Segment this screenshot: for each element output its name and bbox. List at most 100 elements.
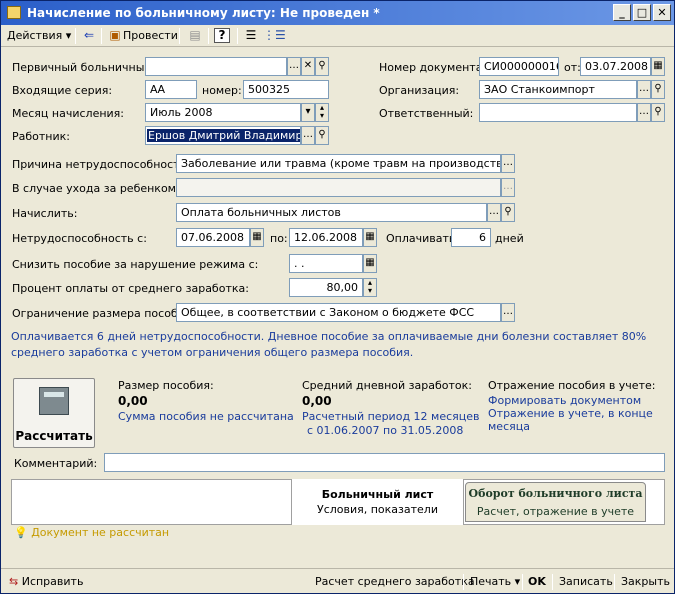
list-view-icon[interactable]: ⋮☰ xyxy=(263,27,286,45)
date-from-label: от: xyxy=(564,61,581,74)
spin-icon[interactable]: ▴ ▾ xyxy=(363,278,377,297)
search-icon[interactable]: ⚲ xyxy=(651,80,665,99)
pay-days-field[interactable]: 6 xyxy=(451,228,491,247)
reflection-link-2[interactable]: Отражение в учете, в конце месяца xyxy=(488,407,658,433)
number-field[interactable]: 500325 xyxy=(243,80,329,99)
calculator-icon xyxy=(39,387,69,415)
pay-label: Оплачивать: xyxy=(386,232,460,245)
post-button[interactable]: ▣ Провести xyxy=(107,27,178,45)
disability-from-field[interactable]: 07.06.2008 xyxy=(176,228,250,247)
calendar-icon[interactable]: ▦ xyxy=(363,254,377,273)
cause-label: Причина нетрудоспособности: xyxy=(12,158,191,171)
doc-number-field[interactable]: СИ000000016 xyxy=(479,57,559,76)
close-window-button[interactable]: Закрыть xyxy=(621,574,670,590)
actions-menu[interactable]: Действия ▾ xyxy=(7,27,71,45)
childcare-field xyxy=(176,178,501,197)
calendar-icon[interactable]: ▦ xyxy=(250,228,264,247)
select-ellipsis-icon[interactable]: … xyxy=(501,303,515,322)
dropdown-arrow-icon: ▾ xyxy=(514,575,521,588)
primary-sick-field[interactable] xyxy=(145,57,287,76)
tab-sick-sheet-title: Больничный лист xyxy=(321,488,434,501)
avg-calc-button[interactable]: Расчет среднего заработка xyxy=(315,574,475,590)
select-ellipsis-icon[interactable]: … xyxy=(287,57,301,76)
select-ellipsis-icon[interactable]: … xyxy=(637,103,651,122)
dropdown-arrow-icon: ▾ xyxy=(65,29,72,42)
calendar-icon[interactable]: ▦ xyxy=(651,57,665,76)
select-ellipsis-icon[interactable]: … xyxy=(301,126,315,145)
avg-value: 0,00 xyxy=(302,394,332,408)
organization-label: Организация: xyxy=(379,84,460,97)
form-body: Первичный больничный: … ✕ ⚲ Номер докуме… xyxy=(1,48,674,568)
reduce-date-field[interactable]: . . xyxy=(289,254,363,273)
limit-field[interactable]: Общее, в соответствии с Законом о бюджет… xyxy=(176,303,501,322)
incoming-series-label: Входящие серия: xyxy=(12,84,113,97)
ok-button[interactable]: OK xyxy=(528,574,546,590)
info-icon: 💡 xyxy=(14,526,28,539)
tab-sick-sheet-subtitle: Условия, показатели xyxy=(316,503,438,516)
maximize-button[interactable]: □ xyxy=(633,4,651,21)
responsible-field[interactable] xyxy=(479,103,637,122)
calendar-icon[interactable]: ▦ xyxy=(363,228,377,247)
document-window: Начисление по больничному листу: Не пров… xyxy=(0,0,675,594)
save-button[interactable]: Записать xyxy=(559,574,613,590)
select-ellipsis-icon[interactable]: … xyxy=(487,203,501,222)
title-bar: Начисление по больничному листу: Не пров… xyxy=(1,1,674,25)
search-icon[interactable]: ⚲ xyxy=(315,57,329,76)
spin-icon[interactable]: ▴ ▾ xyxy=(315,103,329,122)
chevron-down-icon[interactable]: ▾ xyxy=(301,103,315,122)
days-label: дней xyxy=(495,232,524,245)
structure-icon[interactable]: ▤ xyxy=(187,27,203,45)
comment-field[interactable] xyxy=(104,453,665,472)
primary-sick-label: Первичный больничный: xyxy=(12,61,156,74)
clear-icon[interactable]: ✕ xyxy=(301,57,315,76)
back-arrow-icon[interactable]: ⇐ xyxy=(81,27,97,45)
tab-turnover[interactable]: Оборот больничного листа Расчет, отражен… xyxy=(465,482,646,522)
search-icon[interactable]: ⚲ xyxy=(501,203,515,222)
benefit-label: Размер пособия: xyxy=(118,379,214,392)
fix-icon: ⇆ xyxy=(9,575,19,588)
doc-number-label: Номер документа: xyxy=(379,61,487,74)
select-ellipsis-icon[interactable]: … xyxy=(637,80,651,99)
fix-label: Исправить xyxy=(21,575,84,588)
status-text: Документ не рассчитан xyxy=(31,526,170,539)
print-button[interactable]: Печать ▾ xyxy=(470,574,520,590)
responsible-label: Ответственный: xyxy=(379,107,474,120)
fix-button[interactable]: ⇆ Исправить xyxy=(9,574,83,590)
to-label: по: xyxy=(270,232,288,245)
series-field[interactable]: АА xyxy=(145,80,197,99)
avg-period-line2: с 01.06.2007 по 31.05.2008 xyxy=(307,424,464,437)
avg-label: Средний дневной заработок: xyxy=(302,379,472,392)
table-view-icon[interactable]: ☰ xyxy=(243,27,259,45)
tab-turnover-subtitle: Расчет, отражение в учете xyxy=(476,505,635,518)
doc-date-field[interactable]: 03.07.2008 xyxy=(580,57,651,76)
month-field[interactable]: Июль 2008 xyxy=(145,103,301,122)
disability-to-field[interactable]: 12.06.2008 xyxy=(289,228,363,247)
minimize-button[interactable]: _ xyxy=(613,4,631,21)
window-title: Начисление по больничному листу: Не пров… xyxy=(27,6,380,20)
info-note: Оплачивается 6 дней нетрудоспособности. … xyxy=(11,330,647,359)
accrue-field[interactable]: Оплата больничных листов xyxy=(176,203,487,222)
percent-field[interactable]: 80,00 xyxy=(289,278,363,297)
close-button[interactable]: ✕ xyxy=(653,4,671,21)
accrue-label: Начислить: xyxy=(12,207,78,220)
help-icon[interactable]: ? xyxy=(214,27,230,45)
print-label: Печать xyxy=(470,575,512,588)
search-icon[interactable]: ⚲ xyxy=(315,126,329,145)
employee-label: Работник: xyxy=(12,130,70,143)
tab-turnover-title: Оборот больничного листа xyxy=(468,487,643,500)
benefit-status: Сумма пособия не рассчитана xyxy=(118,410,294,423)
childcare-label: В случае ухода за ребенком: xyxy=(12,182,180,195)
cause-field[interactable]: Заболевание или травма (кроме травм на п… xyxy=(176,154,501,173)
calculate-button[interactable]: Рассчитать xyxy=(13,378,95,448)
search-icon[interactable]: ⚲ xyxy=(651,103,665,122)
post-label: Провести xyxy=(123,29,178,42)
reflection-label: Отражение пособия в учете: xyxy=(488,379,656,392)
month-label: Месяц начисления: xyxy=(12,107,124,120)
tab-sick-sheet[interactable]: Больничный лист Условия, показатели xyxy=(291,479,464,525)
select-ellipsis-icon[interactable]: … xyxy=(501,154,515,173)
employee-field[interactable]: Ершов Дмитрий Владимирович xyxy=(145,126,301,145)
percent-label: Процент оплаты от среднего заработка: xyxy=(12,282,249,295)
actions-label: Действия xyxy=(7,29,63,42)
number-label: номер: xyxy=(202,84,242,97)
organization-field[interactable]: ЗАО Станкоимпорт xyxy=(479,80,637,99)
